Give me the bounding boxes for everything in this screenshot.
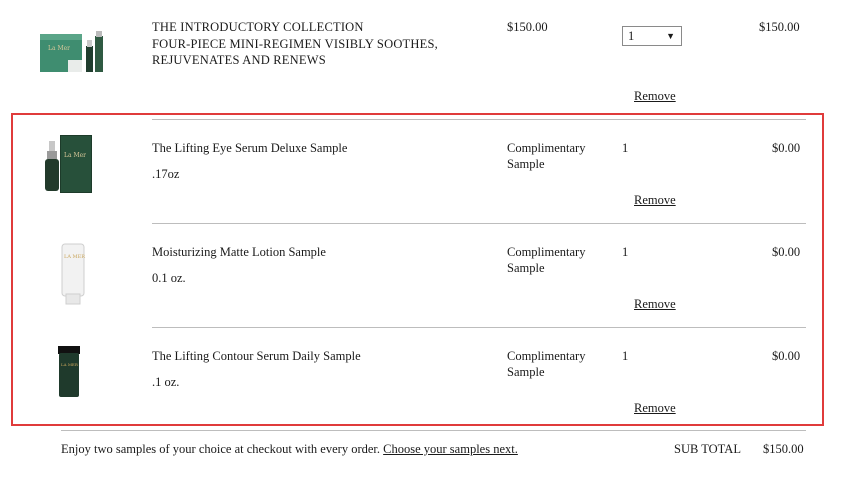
svg-text:LA MER: LA MER: [61, 362, 79, 367]
price-line-2: Sample: [507, 365, 545, 379]
price-line-1: Complimentary: [507, 141, 586, 155]
promo-text: Enjoy two samples of your choice at chec…: [61, 442, 381, 456]
sample-total: $0.00: [772, 141, 801, 155]
row-divider: [152, 327, 806, 328]
remove-link[interactable]: Remove: [634, 296, 676, 312]
quantity-select[interactable]: 1 ▼: [622, 26, 682, 46]
row-divider: [152, 223, 806, 224]
samples-promo: Enjoy two samples of your choice at chec…: [61, 441, 518, 457]
product-set-icon: La Mer: [40, 31, 103, 72]
svg-text:LA MER: LA MER: [64, 254, 85, 260]
row-divider: [152, 119, 806, 120]
selection-highlight: [11, 113, 824, 426]
quantity-value: 1: [628, 29, 635, 43]
subtotal-label: SUB TOTAL: [674, 442, 741, 456]
chevron-down-icon: ▼: [666, 31, 675, 41]
footer-divider: [61, 430, 806, 431]
remove-link[interactable]: Remove: [634, 192, 676, 208]
sample-size: .1 oz.: [152, 375, 180, 389]
sample-quantity: 1: [622, 349, 629, 363]
price-line-2: Sample: [507, 261, 545, 275]
serum-tube-icon: LA MER: [58, 346, 80, 397]
price-line-1: Complimentary: [507, 349, 586, 363]
product-title-line-1: THE INTRODUCTORY COLLECTION: [152, 20, 364, 34]
sample-name: The Lifting Eye Serum Deluxe Sample: [152, 141, 348, 155]
remove-link[interactable]: Remove: [634, 88, 676, 104]
sample-quantity: 1: [622, 141, 629, 155]
price-line-2: Sample: [507, 157, 545, 171]
subtotal-value: $150.00: [763, 442, 804, 456]
sample-name: Moisturizing Matte Lotion Sample: [152, 245, 326, 259]
sample-total: $0.00: [772, 245, 801, 259]
sample-size: 0.1 oz.: [152, 271, 186, 285]
choose-samples-link[interactable]: Choose your samples next.: [383, 442, 518, 456]
sample-quantity: 1: [622, 245, 629, 259]
product-title-line-2: FOUR-PIECE MINI-REGIMEN VISIBLY SOOTHES,: [152, 37, 438, 51]
eye-serum-bottle-icon: La Mer: [45, 135, 92, 193]
sample-name: The Lifting Contour Serum Daily Sample: [152, 349, 361, 363]
remove-link[interactable]: Remove: [634, 400, 676, 416]
lotion-tube-icon: LA MER: [61, 243, 85, 305]
unit-price: $150.00: [507, 20, 548, 34]
price-line-1: Complimentary: [507, 245, 586, 259]
svg-text:La Mer: La Mer: [48, 45, 70, 52]
product-title-line-3: REJUVENATES AND RENEWS: [152, 53, 326, 67]
svg-text:La Mer: La Mer: [64, 152, 86, 159]
sample-total: $0.00: [772, 349, 801, 363]
line-total: $150.00: [759, 20, 800, 34]
sample-size: .17oz: [152, 167, 180, 181]
